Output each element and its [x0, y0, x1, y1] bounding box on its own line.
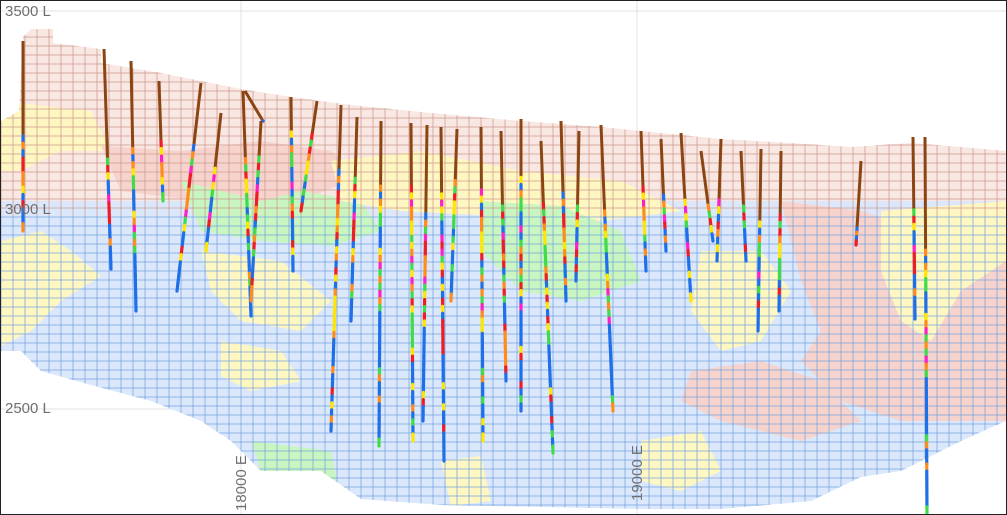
- level-label-2500: 2500 L: [5, 400, 51, 417]
- easting-label-18000: 18000 E: [233, 455, 250, 511]
- drillhole-oxide-segment: [923, 136, 928, 251]
- drillhole-assay-segment: [710, 232, 715, 243]
- drillhole-oxide-segment: [499, 130, 504, 207]
- drillhole-oxide-segment: [129, 60, 135, 149]
- drillhole-oxide-segment: [717, 138, 723, 201]
- drillhole-oxide-segment: [778, 150, 783, 216]
- level-label-3000: 3000 L: [5, 201, 51, 218]
- drillhole-oxide-segment: [424, 124, 429, 214]
- drillhole-oxide-segment: [337, 104, 343, 171]
- block-model-section[interactable]: [1, 1, 1006, 514]
- drillhole-assay-segment: [175, 282, 180, 293]
- drillhole-assay-segment: [204, 241, 209, 253]
- drillhole-oxide-segment: [257, 120, 263, 158]
- drillhole-oxide-segment: [559, 120, 565, 194]
- easting-label-19000: 19000 E: [629, 445, 646, 501]
- drillhole-oxide-segment: [439, 126, 444, 194]
- drillhole-assay-segment: [299, 202, 304, 213]
- drillhole-oxide-segment: [639, 130, 645, 188]
- drillhole-oxide-segment: [453, 128, 459, 181]
- cross-section-viewer[interactable]: 3500 L 3000 L 2500 L 18000 E 19000 E: [0, 0, 1007, 515]
- drillhole-oxide-segment: [911, 136, 916, 210]
- level-label-3500: 3500 L: [5, 3, 51, 20]
- drillhole-oxide-segment: [758, 148, 763, 222]
- drillhole-oxide-segment: [353, 116, 359, 179]
- drillhole-oxide-segment: [157, 80, 163, 142]
- drillhole-oxide-segment: [576, 130, 581, 207]
